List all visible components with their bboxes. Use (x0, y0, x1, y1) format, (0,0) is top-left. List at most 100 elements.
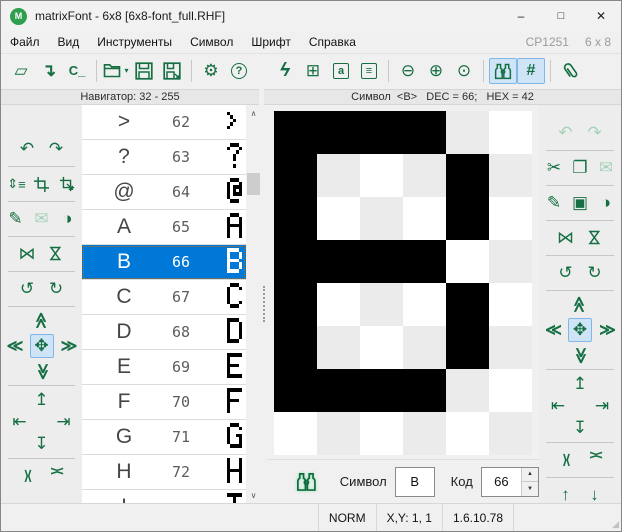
pixel-cell[interactable] (446, 412, 489, 455)
squeeze-horizontal-icon[interactable]: ⟩⟨ (557, 451, 575, 469)
invert-icon[interactable]: ◑ (59, 210, 77, 228)
code-value[interactable]: 66 (482, 468, 521, 496)
pixel-cell[interactable] (489, 283, 532, 326)
pixel-cell[interactable] (403, 326, 446, 369)
pixel-cell[interactable] (360, 197, 403, 240)
zoom-in-button[interactable]: ⊕ (422, 58, 450, 84)
menu-symbol[interactable]: Символ (181, 31, 242, 53)
pixel-cell[interactable] (274, 111, 317, 154)
clear-symbol-button[interactable]: C_ (63, 58, 91, 84)
pixel-cell[interactable] (274, 154, 317, 197)
menu-font[interactable]: Шрифт (242, 31, 299, 53)
help-button[interactable]: ? (225, 58, 253, 84)
snap-right-icon[interactable]: ⇥ (593, 397, 611, 415)
char-row-selected[interactable]: B 66 (82, 245, 246, 280)
pixel-cell[interactable] (446, 111, 489, 154)
view-grid-button[interactable]: ⊞ (299, 58, 327, 84)
snap-bottom-icon[interactable]: ↧ (571, 419, 589, 437)
snap-left-icon[interactable]: ⇤ (11, 413, 29, 431)
pixel-cell[interactable] (446, 154, 489, 197)
navigator-toggle-button[interactable] (489, 58, 517, 84)
shift-right-icon[interactable]: ≫ (60, 337, 78, 355)
import-button[interactable]: ↴ (35, 58, 63, 84)
pixel-cell[interactable] (274, 283, 317, 326)
paintbrush-icon[interactable]: ✎ (545, 194, 563, 212)
undo-icon[interactable]: ↶ (18, 140, 36, 158)
pixel-cell[interactable] (403, 283, 446, 326)
pixel-cell[interactable] (489, 154, 532, 197)
pixel-cell[interactable] (274, 369, 317, 412)
import-image-icon[interactable]: ▣ (571, 194, 589, 212)
resize-grip[interactable]: ◢ (612, 519, 619, 530)
crop-resize-icon[interactable] (58, 175, 76, 193)
pixel-cell[interactable] (317, 154, 360, 197)
snap-left-icon[interactable]: ⇤ (549, 397, 567, 415)
symbol-input[interactable]: B (395, 467, 435, 497)
rotate-ccw-icon[interactable]: ↺ (18, 280, 36, 298)
pixel-cell[interactable] (403, 369, 446, 412)
menu-view[interactable]: Вид (49, 31, 89, 53)
new-symbol-button[interactable]: ▱ (7, 58, 35, 84)
snap-bottom-icon[interactable]: ↧ (33, 435, 51, 453)
squeeze-vertical-icon[interactable]: ⟩⟨ (47, 467, 65, 485)
paintbrush-icon[interactable]: ✎ (7, 210, 25, 228)
shift-up-icon[interactable]: ≪ (571, 296, 589, 314)
char-row[interactable]: G 71 (82, 420, 246, 455)
invert-icon[interactable]: ◑ (597, 194, 615, 212)
save-button[interactable] (130, 58, 158, 84)
shift-up-icon[interactable]: ≪ (33, 312, 51, 330)
pixel-cell[interactable] (446, 326, 489, 369)
char-row[interactable]: C 67 (82, 280, 246, 315)
pixel-cell[interactable] (403, 111, 446, 154)
save-as-button[interactable] (158, 58, 186, 84)
scroll-up-arrow[interactable]: ∧ (246, 105, 261, 121)
char-row[interactable]: @ 64 (82, 175, 246, 210)
minimize-button[interactable]: – (501, 1, 541, 31)
shift-right-icon[interactable]: ≫ (598, 321, 616, 339)
cut-icon[interactable]: ✂ (545, 159, 563, 177)
spin-down-button[interactable]: ▼ (522, 482, 538, 496)
paste-envelope-icon[interactable]: ✉ (33, 210, 51, 228)
menu-file[interactable]: Файл (1, 31, 49, 53)
pixel-cell[interactable] (489, 369, 532, 412)
flip-vertical-icon[interactable]: ⋈ (47, 245, 65, 263)
move-mode-icon[interactable]: ✥ (30, 334, 54, 358)
pixel-cell[interactable] (360, 412, 403, 455)
shift-down-icon[interactable]: ≪ (571, 346, 589, 364)
menu-help[interactable]: Справка (300, 31, 365, 53)
pixel-cell[interactable] (489, 111, 532, 154)
rotate-ccw-icon[interactable]: ↺ (557, 264, 575, 282)
undo-icon[interactable]: ↶ (557, 124, 575, 142)
pixel-cell[interactable] (317, 326, 360, 369)
pixel-cell[interactable] (317, 197, 360, 240)
redo-icon[interactable]: ↷ (586, 124, 604, 142)
pixel-cell[interactable] (274, 412, 317, 455)
char-row[interactable]: I (82, 490, 246, 503)
squeeze-horizontal-icon[interactable]: ⟩⟨ (18, 467, 36, 485)
char-row[interactable]: D 68 (82, 315, 246, 350)
pixel-cell[interactable] (489, 240, 532, 283)
snap-top-icon[interactable]: ↥ (571, 375, 589, 393)
pixel-cell[interactable] (274, 326, 317, 369)
maximize-button[interactable]: □ (541, 1, 581, 31)
flip-horizontal-icon[interactable]: ⋈ (557, 229, 575, 247)
copy-icon[interactable]: ❐ (571, 159, 589, 177)
close-button[interactable]: ✕ (581, 1, 621, 31)
move-mode-icon[interactable]: ✥ (568, 318, 592, 342)
find-symbol-icon[interactable] (295, 468, 318, 495)
flip-horizontal-icon[interactable]: ⋈ (18, 245, 36, 263)
pixel-cell[interactable] (274, 240, 317, 283)
pixel-cell[interactable] (317, 240, 360, 283)
pixel-cell[interactable] (446, 240, 489, 283)
char-row[interactable]: A 65 (82, 210, 246, 245)
char-row[interactable]: ? 63 (82, 140, 246, 175)
pixel-cell[interactable] (360, 240, 403, 283)
pixel-cell[interactable] (360, 326, 403, 369)
attach-button[interactable] (556, 58, 584, 84)
char-row[interactable]: > 62 (82, 105, 246, 140)
pixel-cell[interactable] (446, 197, 489, 240)
pixel-cell[interactable] (489, 412, 532, 455)
view-list-button[interactable]: ≡ (355, 58, 383, 84)
pixel-cell[interactable] (317, 369, 360, 412)
char-row[interactable]: F 70 (82, 385, 246, 420)
